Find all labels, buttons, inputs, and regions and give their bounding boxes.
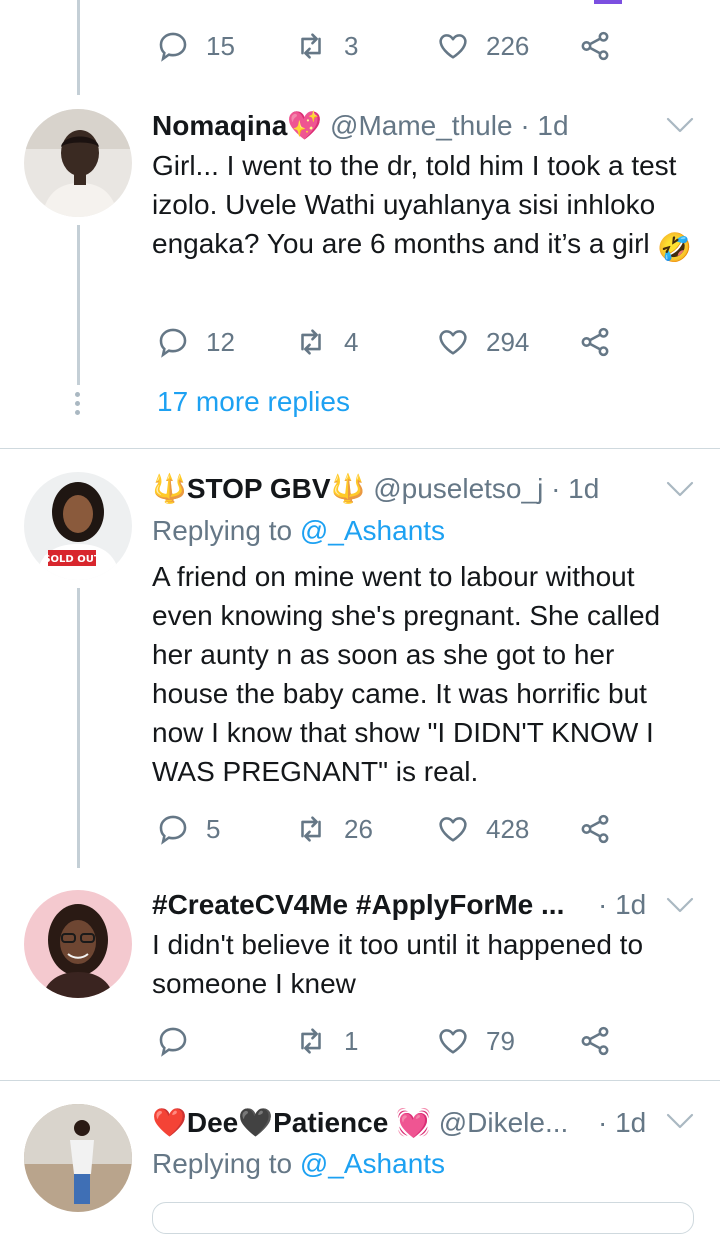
avatar[interactable] (24, 109, 132, 217)
avatar-shirt-text: SOLD OUT (43, 554, 100, 565)
tweet-header: 🔱STOP GBV🔱 @puseletso_j · 1d (152, 472, 599, 506)
tab-indicator (594, 0, 622, 4)
share-button[interactable] (578, 26, 612, 66)
retweet-count: 26 (344, 813, 373, 844)
reply-button[interactable]: 12 (156, 322, 235, 362)
reply-count: 5 (206, 813, 221, 844)
retweet-icon (301, 329, 321, 355)
tweet-actions: 5 26 428 (152, 809, 622, 849)
avatar[interactable]: SOLD OUT (24, 472, 132, 580)
like-button[interactable]: 226 (436, 26, 529, 66)
like-count: 79 (486, 1025, 515, 1056)
retweet-count: 3 (344, 30, 359, 61)
reply-count: 15 (206, 30, 235, 61)
like-count: 428 (486, 813, 530, 844)
tweet-actions: 1 79 (152, 1021, 622, 1061)
timestamp: · 1d (598, 1107, 647, 1138)
retweet-button[interactable]: 3 (294, 26, 358, 66)
reply-mention[interactable]: @_Ashants (300, 1148, 445, 1179)
retweet-count: 1 (344, 1025, 359, 1056)
like-icon (439, 330, 467, 355)
display-name[interactable]: #CreateCV4Me #ApplyForMe ... (152, 889, 564, 920)
display-name[interactable]: 🔱STOP GBV🔱 (152, 473, 365, 504)
reply-button[interactable]: 15 (156, 26, 235, 66)
thread-dots (75, 392, 81, 419)
reply-count: 12 (206, 326, 235, 357)
retweet-icon (301, 816, 321, 842)
rolling-laughing-emoji: 🤣 (657, 232, 693, 263)
red-heart-emoji: ❤️ (152, 1107, 187, 1138)
tweet-header: #CreateCV4Me #ApplyForMe ... (152, 888, 564, 922)
retweet-icon (301, 33, 321, 59)
trident-emoji: 🔱 (330, 473, 366, 504)
divider (0, 1080, 720, 1081)
handle[interactable]: @puseletso_j (373, 473, 543, 504)
like-icon (439, 1029, 467, 1054)
like-icon (439, 817, 467, 842)
replying-to: Replying to @_Ashants (152, 1148, 446, 1179)
more-replies-link[interactable]: 17 more replies (157, 386, 350, 418)
thread-line (77, 0, 80, 95)
beating-heart-emoji: 💓 (396, 1107, 431, 1138)
like-icon (439, 34, 467, 59)
media-card[interactable] (152, 1202, 694, 1234)
handle[interactable]: @Mame_thule (330, 110, 513, 141)
like-button[interactable]: 428 (436, 809, 529, 849)
trident-emoji: 🔱 (152, 473, 187, 504)
share-icon (581, 814, 609, 844)
display-name[interactable]: ❤️Dee🖤Patience 💓 (152, 1107, 431, 1138)
display-name[interactable]: Nomaqina💖 (152, 110, 322, 141)
timestamp: · 1d (551, 473, 600, 504)
thread-line (77, 588, 80, 868)
avatar[interactable] (24, 890, 132, 998)
tweet-text: Girl... I went to the dr, told him I too… (152, 146, 697, 267)
divider (0, 448, 720, 449)
share-icon (581, 1026, 609, 1056)
tweet-text: I didn't believe it too until it happene… (152, 929, 644, 999)
thread-line (77, 225, 80, 385)
like-count: 294 (486, 326, 530, 357)
chevron-down-icon[interactable] (666, 117, 694, 133)
chevron-down-icon[interactable] (666, 897, 694, 913)
tweet-header: ❤️Dee🖤Patience 💓 @Dikele... (152, 1106, 568, 1140)
sparkling-heart-emoji: 💖 (287, 110, 323, 141)
retweet-button[interactable]: 4 (294, 322, 358, 362)
avatar[interactable] (24, 1104, 132, 1212)
reply-icon (159, 815, 187, 845)
tweet-actions: 15 3 226 (152, 26, 622, 66)
share-button[interactable] (578, 809, 612, 849)
like-button[interactable]: 294 (436, 322, 529, 362)
retweet-button[interactable]: 26 (294, 809, 373, 849)
tweet-header: Nomaqina💖 @Mame_thule · 1d (152, 109, 569, 143)
chevron-down-icon[interactable] (666, 481, 694, 497)
share-icon (581, 327, 609, 357)
reply-icon (159, 328, 187, 358)
timestamp: · 1d (598, 889, 647, 920)
handle[interactable]: @Dikele... (439, 1107, 569, 1138)
like-count: 226 (486, 30, 530, 61)
reply-button[interactable]: 5 (156, 809, 220, 849)
black-heart-emoji: 🖤 (238, 1107, 274, 1138)
retweet-button[interactable]: 1 (294, 1021, 358, 1061)
reply-icon (159, 32, 187, 62)
share-icon (581, 31, 609, 61)
timestamp: · 1d (520, 110, 569, 141)
reply-icon (159, 1027, 187, 1057)
reply-button[interactable] (156, 1021, 206, 1061)
chevron-down-icon[interactable] (666, 1113, 694, 1129)
reply-mention[interactable]: @_Ashants (300, 515, 445, 546)
retweet-icon (301, 1028, 321, 1054)
tweet-actions: 12 4 294 (152, 322, 622, 362)
share-button[interactable] (578, 322, 612, 362)
share-button[interactable] (578, 1021, 612, 1061)
retweet-count: 4 (344, 326, 359, 357)
like-button[interactable]: 79 (436, 1021, 515, 1061)
tweet-text: A friend on mine went to labour without … (152, 561, 661, 787)
replying-to: Replying to @_Ashants (152, 515, 446, 546)
